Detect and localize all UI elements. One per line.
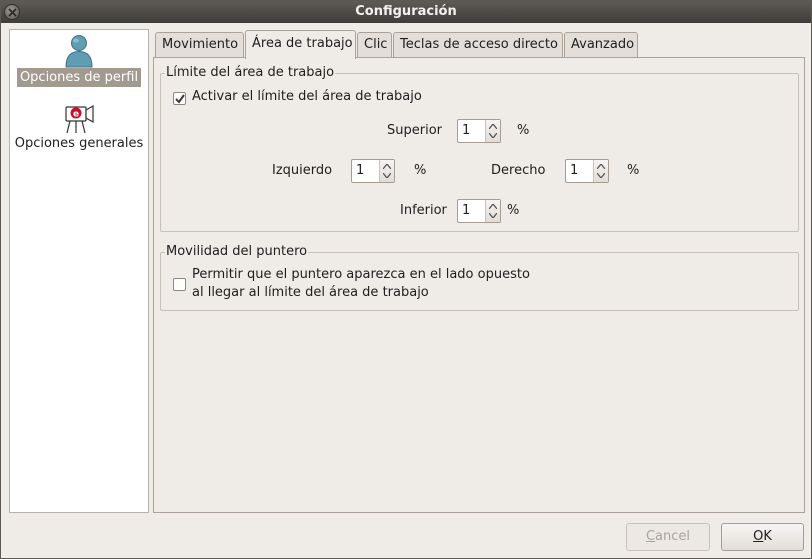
spin-down-icon bbox=[597, 173, 605, 178]
workspace-limit-title: Límite del área de trabajo bbox=[165, 65, 336, 80]
wrap-pointer-label-line2[interactable]: al llegar al límite del área de trabajo bbox=[192, 285, 429, 300]
bottom-label: Inferior bbox=[400, 203, 447, 218]
window-title: Configuración bbox=[355, 4, 457, 19]
tab-teclas-de-acceso-directo[interactable]: Teclas de acceso directo bbox=[393, 32, 563, 58]
tab-movimiento[interactable]: Movimiento bbox=[155, 32, 244, 58]
bottom-value: 1 bbox=[462, 203, 471, 218]
cancel-button[interactable]: Cancel bbox=[626, 523, 710, 551]
right-value: 1 bbox=[570, 163, 579, 178]
close-icon bbox=[8, 8, 17, 17]
top-spin-arrows[interactable] bbox=[485, 120, 500, 142]
sidebar: Opciones de perfil e Opciones generales bbox=[9, 29, 149, 513]
cancel-mnemonic: C bbox=[645, 529, 656, 544]
spin-down-icon bbox=[383, 173, 391, 178]
wrap-pointer-checkbox[interactable] bbox=[173, 278, 186, 291]
right-spinbutton[interactable]: 1 bbox=[565, 159, 609, 183]
top-value: 1 bbox=[462, 123, 471, 138]
spin-up-icon bbox=[489, 204, 497, 209]
spin-down-icon bbox=[489, 133, 497, 138]
user-profile-icon bbox=[65, 35, 93, 68]
left-unit: % bbox=[414, 163, 427, 178]
ok-button[interactable]: OK bbox=[721, 523, 804, 551]
sidebar-item-profile-label: Opciones de perfil bbox=[16, 68, 142, 87]
pointer-mobility-title: Movilidad del puntero bbox=[165, 244, 309, 259]
tab-avanzado[interactable]: Avanzado bbox=[564, 32, 638, 58]
tab-area-de-trabajo[interactable]: Área de trabajo bbox=[245, 30, 356, 59]
ok-label-rest: K bbox=[763, 529, 772, 544]
pointer-mobility-frame: Movilidad del puntero Permitir que el pu… bbox=[160, 244, 799, 311]
title-bar[interactable]: Configuración bbox=[1, 1, 811, 23]
close-button[interactable] bbox=[4, 4, 20, 20]
spin-up-icon bbox=[383, 164, 391, 169]
tab-clic[interactable]: Clic bbox=[357, 32, 392, 58]
sidebar-item-general-label: Opciones generales bbox=[14, 136, 144, 151]
enable-limit-checkbox[interactable] bbox=[173, 92, 186, 105]
spin-down-icon bbox=[489, 213, 497, 218]
bottom-spinbutton[interactable]: 1 bbox=[457, 199, 501, 223]
left-label: Izquierdo bbox=[272, 163, 333, 178]
tab-panel-area-de-trabajo: Límite del área de trabajo Activar el lí… bbox=[153, 57, 805, 513]
spin-up-icon bbox=[489, 124, 497, 129]
bottom-unit: % bbox=[507, 203, 520, 218]
left-value: 1 bbox=[356, 163, 365, 178]
top-spinbutton[interactable]: 1 bbox=[457, 119, 501, 143]
spin-up-icon bbox=[597, 164, 605, 169]
bottom-spin-arrows[interactable] bbox=[485, 200, 500, 222]
right-label: Derecho bbox=[491, 163, 546, 178]
sidebar-item-profile-options[interactable]: Opciones de perfil bbox=[10, 34, 148, 87]
enable-limit-label[interactable]: Activar el límite del área de trabajo bbox=[192, 89, 422, 104]
sidebar-item-general-options[interactable]: e Opciones generales bbox=[10, 102, 148, 153]
left-spin-arrows[interactable] bbox=[379, 160, 394, 182]
ok-mnemonic: O bbox=[753, 529, 764, 544]
camera-icon: e bbox=[65, 104, 94, 134]
left-spinbutton[interactable]: 1 bbox=[351, 159, 395, 183]
svg-text:e: e bbox=[73, 110, 79, 120]
right-unit: % bbox=[627, 163, 640, 178]
workspace-limit-frame: Límite del área de trabajo Activar el lí… bbox=[160, 65, 799, 232]
cancel-label-rest: ancel bbox=[655, 529, 691, 544]
configuration-window: Configuración Opciones de perfil e Opcio… bbox=[0, 0, 812, 559]
top-label: Superior bbox=[387, 123, 442, 138]
wrap-pointer-label-line1[interactable]: Permitir que el puntero aparezca en el l… bbox=[192, 267, 530, 282]
checkmark-icon bbox=[175, 94, 185, 104]
right-spin-arrows[interactable] bbox=[593, 160, 608, 182]
top-unit: % bbox=[517, 123, 530, 138]
